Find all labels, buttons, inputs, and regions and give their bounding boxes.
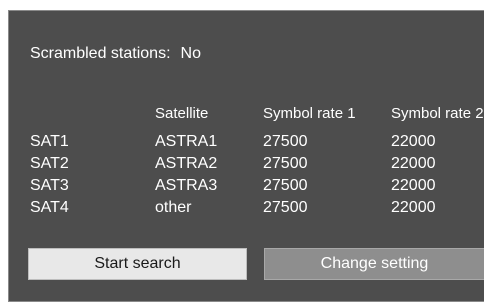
symbol-rate-2-cell: 22000 (391, 177, 436, 194)
satellite-settings-panel: Scrambled stations: No Satellite Symbol r… (8, 10, 484, 302)
scrambled-stations-setting: Scrambled stations: No (30, 45, 201, 63)
scrambled-stations-value: No (180, 45, 201, 62)
start-search-button[interactable]: Start search (28, 248, 247, 280)
header-cell-symbol-rate-2: Symbol rate 2 (391, 105, 484, 122)
sat-name-cell: SAT1 (30, 133, 69, 150)
satellite-cell: other (155, 199, 192, 216)
sat-name-cell: SAT3 (30, 177, 69, 194)
satellite-cell: ASTRA2 (155, 155, 218, 172)
header-cell-symbol-rate-1: Symbol rate 1 (263, 105, 356, 122)
symbol-rate-2-cell: 22000 (391, 133, 436, 150)
satellite-cell: ASTRA3 (155, 177, 218, 194)
sat-name-cell: SAT2 (30, 155, 69, 172)
header-cell-satellite: Satellite (155, 105, 209, 122)
satellite-cell: ASTRA1 (155, 133, 218, 150)
symbol-rate-1-cell: 27500 (263, 199, 308, 216)
symbol-rate-1-cell: 27500 (263, 155, 308, 172)
table-header-row: Satellite Symbol rate 1 Symbol rate 2 (9, 105, 484, 133)
change-setting-button[interactable]: Change setting (264, 248, 484, 280)
table-row: SAT4 other 27500 22000 (9, 199, 484, 221)
table-row: SAT2 ASTRA2 27500 22000 (9, 155, 484, 177)
symbol-rate-2-cell: 22000 (391, 199, 436, 216)
sat-name-cell: SAT4 (30, 199, 69, 216)
symbol-rate-2-cell: 22000 (391, 155, 436, 172)
scrambled-stations-label: Scrambled stations: (30, 45, 171, 62)
table-row: SAT1 ASTRA1 27500 22000 (9, 133, 484, 155)
satellite-table: Satellite Symbol rate 1 Symbol rate 2 SA… (9, 105, 484, 221)
symbol-rate-1-cell: 27500 (263, 133, 308, 150)
table-row: SAT3 ASTRA3 27500 22000 (9, 177, 484, 199)
symbol-rate-1-cell: 27500 (263, 177, 308, 194)
